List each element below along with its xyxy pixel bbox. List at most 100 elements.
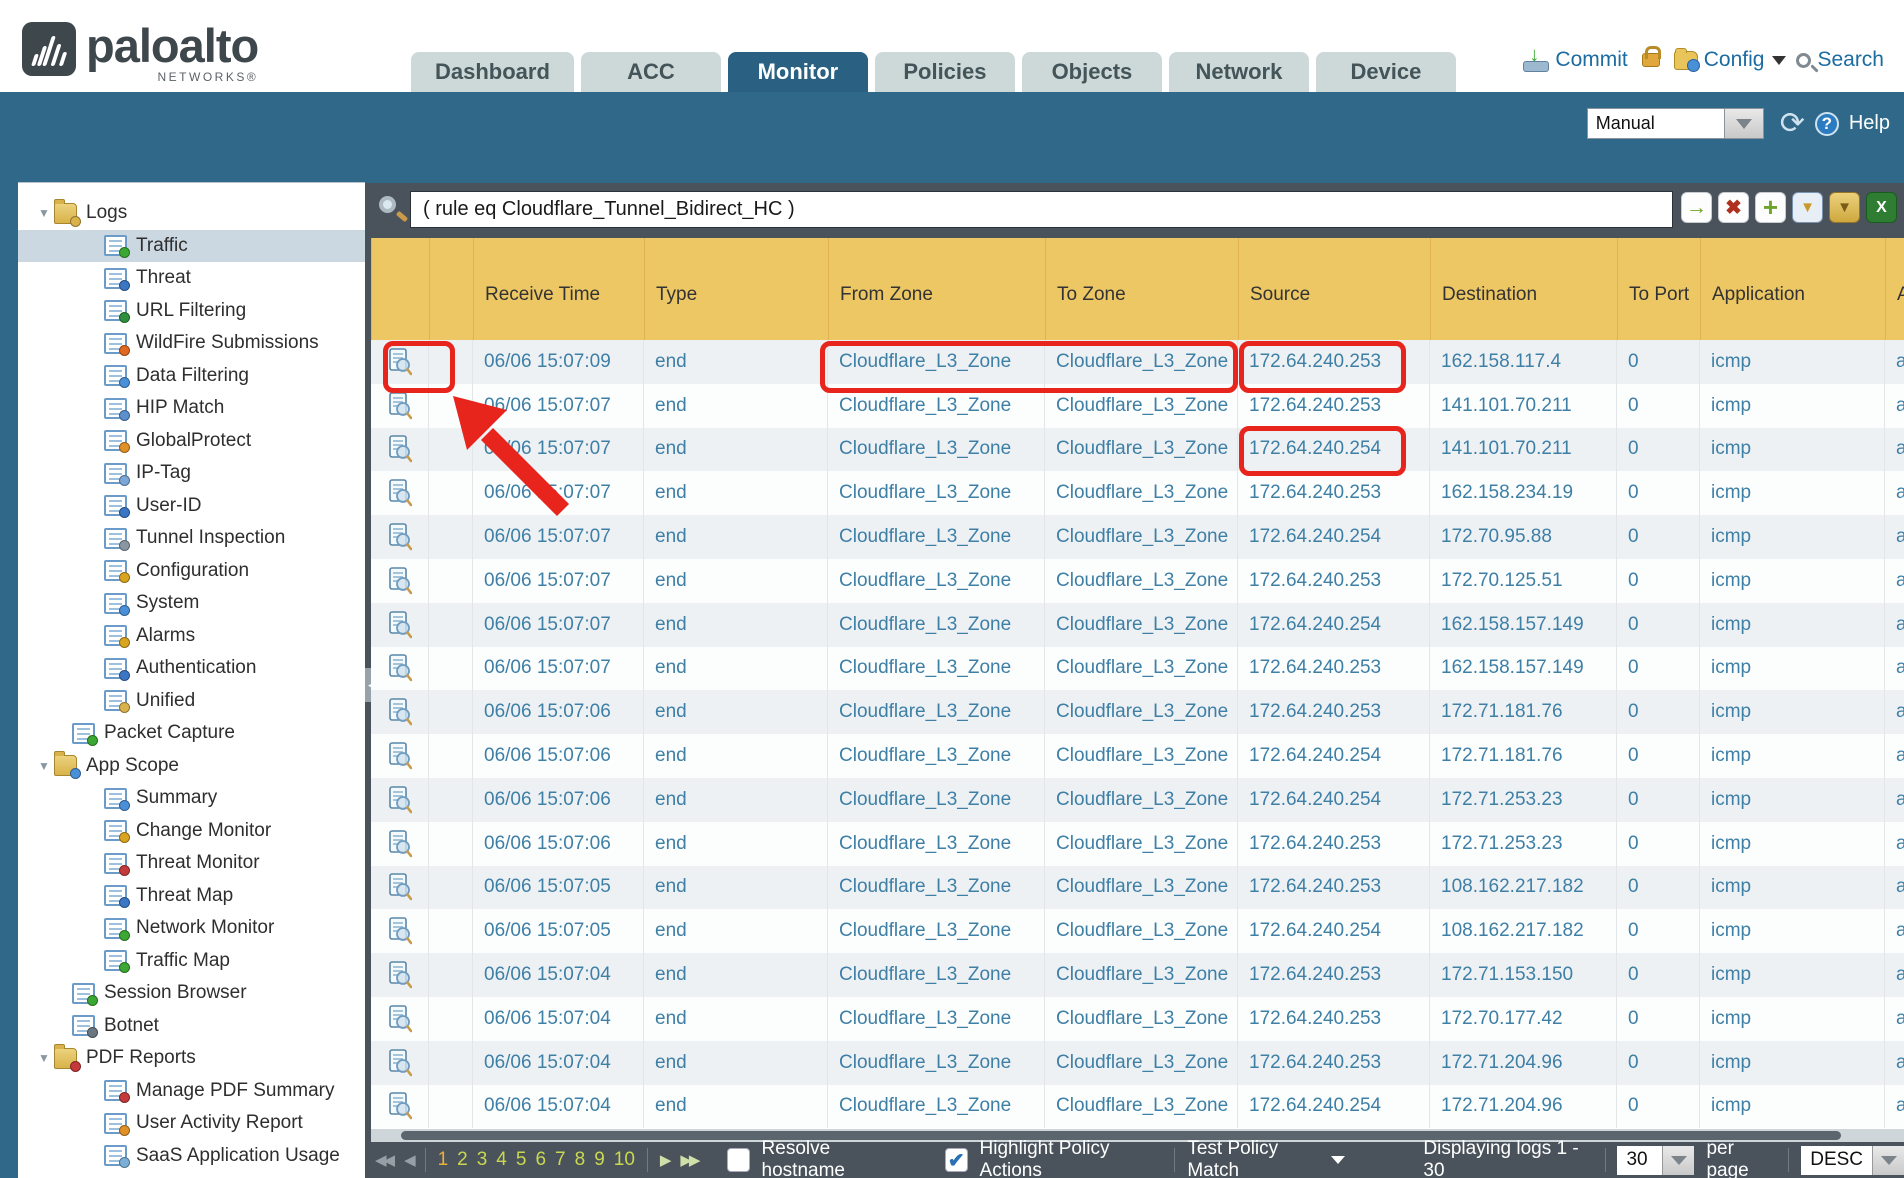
cell-receive-time[interactable]: 06/06 15:07:06 (473, 822, 644, 866)
main-tab[interactable]: ACC (581, 52, 721, 92)
cell-type[interactable]: end (644, 428, 828, 472)
column-header[interactable]: To Zone (1045, 238, 1238, 340)
cell-receive-time[interactable]: 06/06 15:07:06 (473, 734, 644, 778)
config-dropdown[interactable]: Config (1674, 48, 1787, 72)
help-label[interactable]: Help (1849, 112, 1890, 135)
column-header[interactable] (429, 238, 473, 340)
page-number[interactable]: 5 (516, 1149, 527, 1171)
log-detail-icon[interactable] (388, 523, 412, 551)
log-detail-icon[interactable] (388, 961, 412, 989)
cell-action[interactable]: a (1885, 997, 1904, 1041)
column-header[interactable] (371, 238, 429, 340)
cell-type[interactable]: end (644, 384, 828, 428)
cell-destination[interactable]: 172.71.253.23 (1430, 778, 1617, 822)
cell-to-zone[interactable]: Cloudflare_L3_Zone (1045, 690, 1238, 734)
add-filter-button[interactable]: + (1755, 192, 1786, 223)
test-policy-match-dropdown[interactable]: Test Policy Match (1187, 1138, 1345, 1178)
cell-to-zone[interactable]: Cloudflare_L3_Zone (1045, 953, 1238, 997)
cell-destination[interactable]: 108.162.217.182 (1430, 909, 1617, 953)
sidebar-item[interactable]: ▼ Configuration (18, 555, 365, 588)
cell-from-zone[interactable]: Cloudflare_L3_Zone (828, 647, 1045, 691)
sidebar-item[interactable]: ▼ Summary (18, 782, 365, 815)
cell-action[interactable]: a (1885, 471, 1904, 515)
cell-source[interactable]: 172.64.240.253 (1238, 953, 1430, 997)
apply-filter-button[interactable]: → (1681, 192, 1712, 223)
cell-source[interactable]: 172.64.240.253 (1238, 1041, 1430, 1085)
cell-action[interactable]: a (1885, 559, 1904, 603)
sort-order-dropdown-button[interactable] (1872, 1146, 1904, 1175)
cell-type[interactable]: end (644, 734, 828, 778)
cell-type[interactable]: end (644, 340, 828, 384)
cell-source[interactable]: 172.64.240.253 (1238, 384, 1430, 428)
sidebar-item[interactable]: ▼ Packet Capture (18, 717, 365, 750)
cell-receive-time[interactable]: 06/06 15:07:07 (473, 384, 644, 428)
cell-action[interactable]: a (1885, 778, 1904, 822)
cell-action[interactable]: a (1885, 1085, 1904, 1129)
cell-type[interactable]: end (644, 953, 828, 997)
per-page-select[interactable]: 30 (1617, 1146, 1694, 1175)
cell-receive-time[interactable]: 06/06 15:07:07 (473, 647, 644, 691)
page-number[interactable]: 6 (535, 1149, 546, 1171)
cell-to-zone[interactable]: Cloudflare_L3_Zone (1045, 866, 1238, 910)
sidebar-item[interactable]: ▼ Threat Map (18, 880, 365, 913)
cell-source[interactable]: 172.64.240.253 (1238, 471, 1430, 515)
sidebar-item[interactable]: ▼ Data Filtering (18, 360, 365, 393)
cell-receive-time[interactable]: 06/06 15:07:06 (473, 778, 644, 822)
cell-application[interactable]: icmp (1700, 384, 1885, 428)
cell-type[interactable]: end (644, 1085, 828, 1129)
cell-to-zone[interactable]: Cloudflare_L3_Zone (1045, 340, 1238, 384)
cell-to-port[interactable]: 0 (1617, 428, 1700, 472)
sidebar-item[interactable]: ▼ SaaS Application Usage (18, 1140, 365, 1173)
cell-receive-time[interactable]: 06/06 15:07:04 (473, 1041, 644, 1085)
column-header[interactable]: Receive Time (473, 238, 644, 340)
cell-receive-time[interactable]: 06/06 15:07:04 (473, 953, 644, 997)
main-tab[interactable]: Objects (1022, 52, 1162, 92)
cell-type[interactable]: end (644, 603, 828, 647)
cell-from-zone[interactable]: Cloudflare_L3_Zone (828, 1085, 1045, 1129)
cell-to-port[interactable]: 0 (1617, 909, 1700, 953)
log-detail-icon[interactable] (388, 1005, 412, 1033)
cell-destination[interactable]: 108.162.217.182 (1430, 866, 1617, 910)
cell-destination[interactable]: 172.70.125.51 (1430, 559, 1617, 603)
cell-to-zone[interactable]: Cloudflare_L3_Zone (1045, 1085, 1238, 1129)
cell-source[interactable]: 172.64.240.254 (1238, 515, 1430, 559)
cell-action[interactable]: a (1885, 909, 1904, 953)
sidebar-item[interactable]: ▼ System (18, 587, 365, 620)
export-csv-button[interactable]: X (1866, 192, 1897, 223)
sidebar-item[interactable]: ▼ Alarms (18, 620, 365, 653)
cell-source[interactable]: 172.64.240.253 (1238, 340, 1430, 384)
cell-action[interactable]: a (1885, 822, 1904, 866)
cell-to-zone[interactable]: Cloudflare_L3_Zone (1045, 647, 1238, 691)
cell-source[interactable]: 172.64.240.253 (1238, 866, 1430, 910)
next-page-button[interactable]: ▶ (660, 1151, 669, 1169)
cell-application[interactable]: icmp (1700, 1085, 1885, 1129)
cell-source[interactable]: 172.64.240.254 (1238, 909, 1430, 953)
cell-from-zone[interactable]: Cloudflare_L3_Zone (828, 953, 1045, 997)
cell-type[interactable]: end (644, 778, 828, 822)
column-header[interactable]: From Zone (828, 238, 1045, 340)
cell-to-zone[interactable]: Cloudflare_L3_Zone (1045, 822, 1238, 866)
cell-from-zone[interactable]: Cloudflare_L3_Zone (828, 997, 1045, 1041)
cell-from-zone[interactable]: Cloudflare_L3_Zone (828, 909, 1045, 953)
cell-from-zone[interactable]: Cloudflare_L3_Zone (828, 603, 1045, 647)
help-icon[interactable]: ? (1815, 112, 1839, 136)
cell-application[interactable]: icmp (1700, 603, 1885, 647)
cell-destination[interactable]: 172.71.153.150 (1430, 953, 1617, 997)
cell-from-zone[interactable]: Cloudflare_L3_Zone (828, 471, 1045, 515)
cell-receive-time[interactable]: 06/06 15:07:07 (473, 603, 644, 647)
cell-source[interactable]: 172.64.240.253 (1238, 690, 1430, 734)
sidebar-item[interactable]: ▼ User-ID (18, 490, 365, 523)
cell-application[interactable]: icmp (1700, 340, 1885, 384)
sidebar-item[interactable]: ▼ Network Monitor (18, 912, 365, 945)
column-header[interactable]: Application (1700, 238, 1885, 340)
cell-to-port[interactable]: 0 (1617, 1041, 1700, 1085)
filter-builder-button[interactable]: ▼ (1792, 192, 1823, 223)
cell-type[interactable]: end (644, 559, 828, 603)
cell-to-zone[interactable]: Cloudflare_L3_Zone (1045, 909, 1238, 953)
cell-source[interactable]: 172.64.240.253 (1238, 997, 1430, 1041)
log-detail-icon[interactable] (388, 654, 412, 682)
sidebar-item[interactable]: ▼ GlobalProtect (18, 425, 365, 458)
cell-destination[interactable]: 162.158.157.149 (1430, 603, 1617, 647)
per-page-dropdown-button[interactable] (1662, 1146, 1694, 1175)
main-tab[interactable]: Dashboard (411, 52, 574, 92)
